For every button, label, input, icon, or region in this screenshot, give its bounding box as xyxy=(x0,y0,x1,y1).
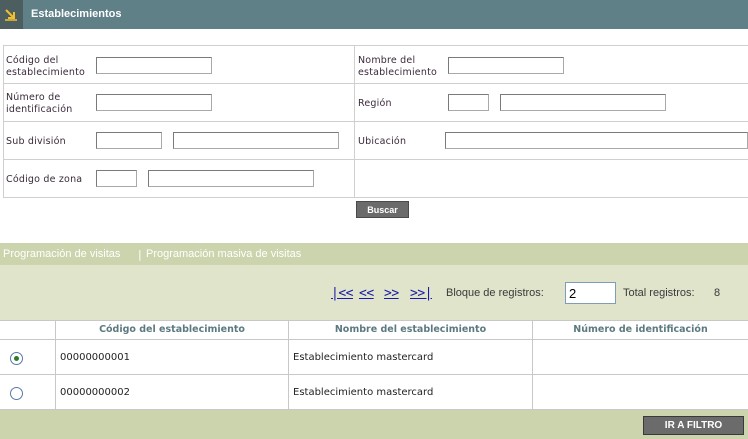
nombre-establecimiento-input[interactable] xyxy=(448,57,564,74)
pager-next-link[interactable]: >> xyxy=(384,286,399,301)
nombre-establecimiento-label: Nombre del establecimiento xyxy=(358,55,438,78)
codigo-zona-code-input[interactable] xyxy=(96,170,137,187)
title-bar: Establecimientos xyxy=(0,0,748,29)
column-divider xyxy=(288,320,289,410)
buscar-button[interactable]: Buscar xyxy=(356,201,409,218)
numero-identificacion-label: Número de identificación xyxy=(6,92,73,115)
column-header-numero: Número de identificación xyxy=(573,324,708,335)
cell-codigo: 00000000001 xyxy=(60,352,130,363)
codigo-establecimiento-input[interactable] xyxy=(96,57,212,74)
pager-last-link[interactable]: >>| xyxy=(410,286,432,301)
region-code-input[interactable] xyxy=(448,94,489,111)
row-select-radio[interactable] xyxy=(10,387,23,400)
block-label: Bloque de registros: xyxy=(446,287,544,299)
codigo-zona-name-input[interactable] xyxy=(148,170,314,187)
codigo-zona-label: Código de zona xyxy=(6,174,83,185)
tab-programacion-masiva[interactable]: Programación masiva de visitas xyxy=(146,248,301,260)
ir-a-filtro-button[interactable]: IR A FILTRO xyxy=(643,416,744,435)
numero-identificacion-input[interactable] xyxy=(96,94,212,111)
pager-first-link[interactable]: |<< xyxy=(331,286,353,301)
ubicacion-input[interactable] xyxy=(445,132,748,149)
codigo-establecimiento-label: Código del establecimiento xyxy=(6,55,86,78)
footer-bar xyxy=(0,410,748,439)
tab-separator: | xyxy=(138,248,142,261)
column-divider xyxy=(55,320,56,410)
cell-codigo: 00000000002 xyxy=(60,387,130,398)
region-label: Región xyxy=(358,98,392,109)
page-title: Establecimientos xyxy=(31,8,122,20)
tab-programacion-visitas[interactable]: Programación de visitas xyxy=(3,248,120,260)
row-select-radio[interactable] xyxy=(10,352,23,365)
sub-division-label: Sub división xyxy=(6,136,66,147)
total-value: 8 xyxy=(714,287,721,299)
cell-nombre: Establecimiento mastercard xyxy=(293,387,434,398)
ubicacion-label: Ubicación xyxy=(358,136,407,147)
block-input[interactable] xyxy=(565,282,616,304)
cell-nombre: Establecimiento mastercard xyxy=(293,352,434,363)
pager-prev-link[interactable]: << xyxy=(359,286,374,301)
column-header-nombre: Nombre del establecimiento xyxy=(334,324,487,335)
region-name-input[interactable] xyxy=(500,94,666,111)
total-label: Total registros: xyxy=(623,287,695,299)
header-icon-box xyxy=(0,0,23,29)
sub-division-name-input[interactable] xyxy=(173,132,339,149)
column-divider xyxy=(532,320,533,410)
column-header-codigo: Código del establecimiento xyxy=(99,324,245,335)
sub-division-code-input[interactable] xyxy=(96,132,162,149)
tabs-bar: Programación de visitas | Programación m… xyxy=(0,243,748,265)
arrow-down-right-icon xyxy=(5,9,17,21)
